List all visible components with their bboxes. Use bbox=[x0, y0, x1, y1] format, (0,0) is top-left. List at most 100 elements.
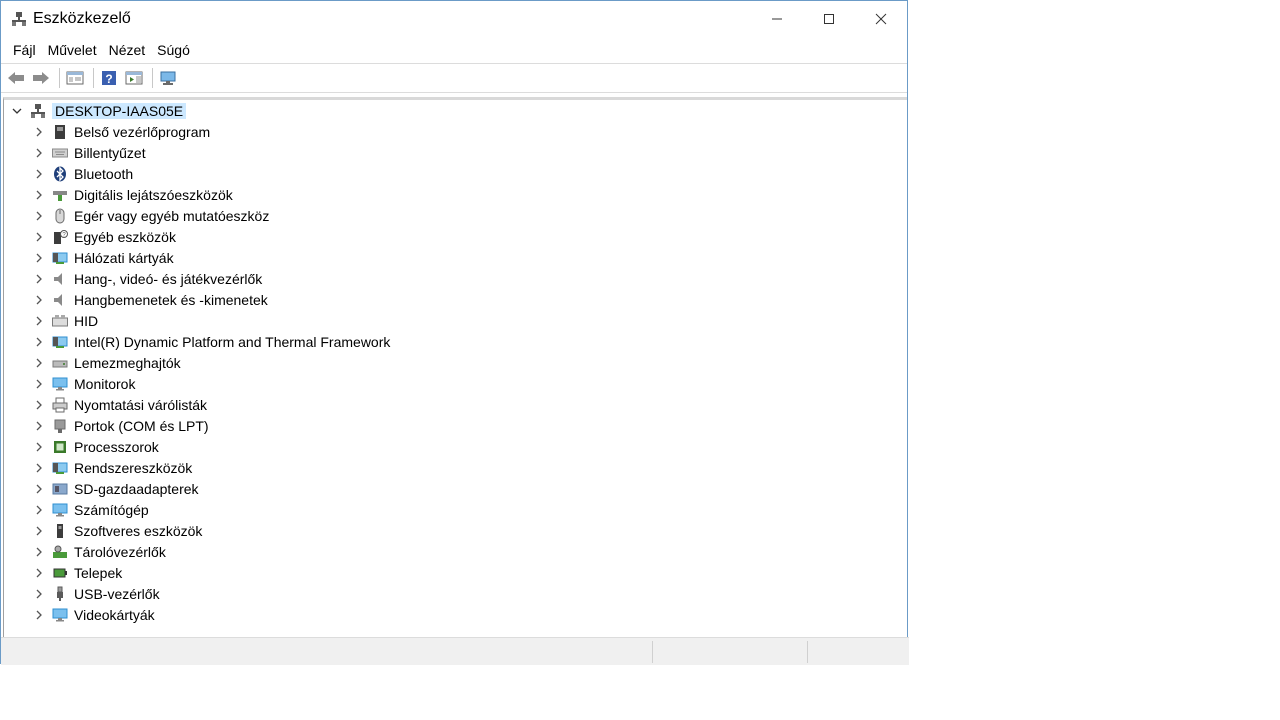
tree-node-row[interactable]: Tárolóvezérlők bbox=[4, 541, 907, 562]
svg-text:?: ? bbox=[105, 72, 112, 86]
monitor-icon bbox=[52, 376, 68, 392]
collapse-chevron-icon[interactable] bbox=[10, 104, 24, 118]
expand-chevron-icon[interactable] bbox=[32, 335, 46, 349]
port-icon bbox=[52, 418, 68, 434]
maximize-button[interactable] bbox=[803, 1, 855, 37]
usb-icon bbox=[52, 586, 68, 602]
help-button[interactable]: ? bbox=[98, 67, 120, 89]
menu-action[interactable]: Művelet bbox=[42, 42, 103, 58]
tree-node-row[interactable]: Portok (COM és LPT) bbox=[4, 415, 907, 436]
close-icon bbox=[875, 13, 887, 25]
tree-node-row[interactable]: Számítógép bbox=[4, 499, 907, 520]
tree-node-row[interactable]: USB-vezérlők bbox=[4, 583, 907, 604]
expand-chevron-icon[interactable] bbox=[32, 440, 46, 454]
tree-node-row[interactable]: Digitális lejátszóeszközök bbox=[4, 184, 907, 205]
expand-chevron-icon[interactable] bbox=[32, 503, 46, 517]
expand-chevron-icon[interactable] bbox=[32, 398, 46, 412]
display-adapter-icon bbox=[52, 607, 68, 623]
tree-node-label: Portok (COM és LPT) bbox=[74, 417, 209, 434]
tree-node-row[interactable]: Nyomtatási várólisták bbox=[4, 394, 907, 415]
tree-node-label: Lemezmeghajtók bbox=[74, 354, 181, 371]
device-manager-app-icon bbox=[11, 11, 27, 27]
processor-icon bbox=[52, 439, 68, 455]
tree-node-row[interactable]: Hálózati kártyák bbox=[4, 247, 907, 268]
tree-node-row[interactable]: Billentyűzet bbox=[4, 142, 907, 163]
menu-view[interactable]: Nézet bbox=[103, 42, 152, 58]
tree-node-row[interactable]: Monitorok bbox=[4, 373, 907, 394]
scan-hardware-icon bbox=[160, 71, 176, 85]
scan-hardware-button[interactable] bbox=[157, 67, 179, 89]
expand-chevron-icon[interactable] bbox=[32, 230, 46, 244]
close-button[interactable] bbox=[855, 1, 907, 37]
tree-node-row[interactable]: Intel(R) Dynamic Platform and Thermal Fr… bbox=[4, 331, 907, 352]
menu-bar: Fájl Művelet Nézet Súgó bbox=[1, 37, 907, 63]
expand-chevron-icon[interactable] bbox=[32, 314, 46, 328]
expand-chevron-icon[interactable] bbox=[32, 608, 46, 622]
tree-node-label: Digitális lejátszóeszközök bbox=[74, 186, 233, 203]
tree-node-label: HID bbox=[74, 312, 99, 329]
tree-node-row[interactable]: HID bbox=[4, 310, 907, 331]
tree-node-row[interactable]: SD-gazdaadapterek bbox=[4, 478, 907, 499]
expand-chevron-icon[interactable] bbox=[32, 209, 46, 223]
expand-chevron-icon[interactable] bbox=[32, 524, 46, 538]
tree-node-label: Processzorok bbox=[74, 438, 159, 455]
minimize-button[interactable] bbox=[751, 1, 803, 37]
menu-help[interactable]: Súgó bbox=[151, 42, 196, 58]
software-device-icon bbox=[52, 523, 68, 539]
expand-chevron-icon[interactable] bbox=[32, 272, 46, 286]
expand-chevron-icon[interactable] bbox=[32, 125, 46, 139]
digital-player-icon bbox=[52, 187, 68, 203]
expand-chevron-icon[interactable] bbox=[32, 188, 46, 202]
computer-icon bbox=[52, 502, 68, 518]
tree-node-row[interactable]: Belső vezérlőprogram bbox=[4, 121, 907, 142]
system-device-icon bbox=[52, 334, 68, 350]
tree-node-row[interactable]: Szoftveres eszközök bbox=[4, 520, 907, 541]
tree-node-label: Szoftveres eszközök bbox=[74, 522, 203, 539]
audio-io-icon bbox=[52, 292, 68, 308]
expand-chevron-icon[interactable] bbox=[32, 377, 46, 391]
expand-chevron-icon[interactable] bbox=[32, 482, 46, 496]
expand-chevron-icon[interactable] bbox=[32, 566, 46, 580]
forward-button[interactable] bbox=[30, 67, 52, 89]
firmware-icon bbox=[52, 124, 68, 140]
tree-node-row[interactable]: Hang-, videó- és játékvezérlők bbox=[4, 268, 907, 289]
expand-chevron-icon[interactable] bbox=[32, 251, 46, 265]
maximize-icon bbox=[824, 14, 834, 24]
tree-node-label: Intel(R) Dynamic Platform and Thermal Fr… bbox=[74, 333, 391, 350]
tree-node-row[interactable]: Videokártyák bbox=[4, 604, 907, 625]
tree-node-row[interactable]: Bluetooth bbox=[4, 163, 907, 184]
back-button[interactable] bbox=[5, 67, 27, 89]
tree-node-row[interactable]: Telepek bbox=[4, 562, 907, 583]
expand-chevron-icon[interactable] bbox=[32, 167, 46, 181]
expand-chevron-icon[interactable] bbox=[32, 419, 46, 433]
expand-chevron-icon[interactable] bbox=[32, 146, 46, 160]
tree-node-row[interactable]: Rendszereszközök bbox=[4, 457, 907, 478]
mouse-icon bbox=[52, 208, 68, 224]
tree-node-row[interactable]: Lemezmeghajtók bbox=[4, 352, 907, 373]
tree-node-label: Egér vagy egyéb mutatóeszköz bbox=[74, 207, 270, 224]
tree-node-label: Hálózati kártyák bbox=[74, 249, 174, 266]
tree-node-row[interactable]: Egér vagy egyéb mutatóeszköz bbox=[4, 205, 907, 226]
help-icon: ? bbox=[102, 71, 116, 86]
device-manager-window: Eszközkezelő Fájl Művelet Nézet Súgó ? D… bbox=[0, 0, 909, 665]
expand-chevron-icon[interactable] bbox=[32, 587, 46, 601]
expand-chevron-icon[interactable] bbox=[32, 356, 46, 370]
expand-chevron-icon[interactable] bbox=[32, 293, 46, 307]
show-hide-console-tree-button[interactable] bbox=[64, 67, 86, 89]
status-bar-divider bbox=[652, 641, 653, 663]
title-bar: Eszközkezelő bbox=[1, 1, 907, 37]
tree-root-row[interactable]: DESKTOP-IAAS05E bbox=[4, 100, 907, 121]
bluetooth-icon bbox=[52, 165, 68, 182]
tree-node-label: Belső vezérlőprogram bbox=[74, 123, 211, 140]
expand-chevron-icon[interactable] bbox=[32, 461, 46, 475]
expand-chevron-icon[interactable] bbox=[32, 545, 46, 559]
tree-node-label: Hang-, videó- és játékvezérlők bbox=[74, 270, 263, 287]
menu-file[interactable]: Fájl bbox=[7, 42, 42, 58]
tree-node-row[interactable]: ? Egyéb eszközök bbox=[4, 226, 907, 247]
tree-node-row[interactable]: Processzorok bbox=[4, 436, 907, 457]
speaker-icon bbox=[52, 271, 68, 287]
device-tree: DESKTOP-IAAS05E Belső vezérlőprogram Bill… bbox=[3, 97, 907, 637]
action-pane-button[interactable] bbox=[123, 67, 145, 89]
sd-host-icon bbox=[52, 481, 68, 497]
tree-node-row[interactable]: Hangbemenetek és -kimenetek bbox=[4, 289, 907, 310]
